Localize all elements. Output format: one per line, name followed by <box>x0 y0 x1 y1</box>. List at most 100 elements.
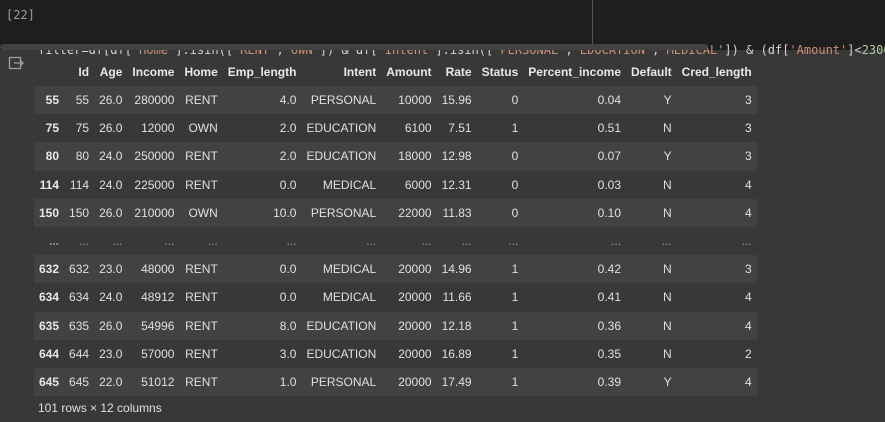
table-cell: 14.96 <box>441 262 472 277</box>
table-cell: 75 <box>75 121 90 136</box>
table-row: 114 114 24.0 225000 RENT 0.0 MEDICAL 6000 12.31 0… <box>34 170 757 199</box>
table-cell: 210000 <box>134 205 175 220</box>
ellipsis-row: ....................................... <box>34 226 757 256</box>
table-cell: ... <box>421 234 432 249</box>
table-cell: 634 <box>69 290 90 305</box>
table-cell: 114 <box>69 177 90 192</box>
table-cell: 24.0 <box>99 177 123 192</box>
table-cell: ... <box>610 234 621 249</box>
output-toggle-icon[interactable] <box>8 55 24 71</box>
row-index: 75 <box>45 121 60 136</box>
row-index: 55 <box>45 93 60 108</box>
table-cell: RENT <box>185 290 218 305</box>
table-cell: 0.0 <box>279 290 297 305</box>
table-cell: 12.31 <box>441 177 472 192</box>
table-cell: ... <box>286 234 297 249</box>
table-cell: ... <box>661 234 672 249</box>
table-cell: 18000 <box>398 149 432 164</box>
table-cell: 24.0 <box>99 149 123 164</box>
table-cell: N <box>663 205 672 220</box>
table-cell: 1 <box>511 290 519 305</box>
table-cell: ... <box>366 234 377 249</box>
table-cell: 3 <box>745 262 752 277</box>
table-cell: ... <box>207 234 218 249</box>
table-cell: 54996 <box>141 318 175 333</box>
table-row: 150 150 26.0 210000 OWN 10.0 PERSONAL 22000 11.8… <box>34 198 757 227</box>
table-cell: 1.0 <box>279 374 297 389</box>
column-header: Percent_income <box>528 65 621 79</box>
table-cell: Y <box>663 149 672 164</box>
table-cell: 4 <box>745 318 752 333</box>
table-cell: ... <box>79 234 90 249</box>
table-cell: 12.18 <box>441 318 472 333</box>
table-cell: 20000 <box>398 346 432 361</box>
table-cell: 3 <box>745 121 752 136</box>
editor-ruler <box>592 0 593 44</box>
table-cell: N <box>663 346 672 361</box>
horizontal-scrollbar[interactable] <box>0 44 708 50</box>
row-index: 635 <box>39 318 60 333</box>
table-cell: 10000 <box>398 93 432 108</box>
table-cell: RENT <box>185 93 218 108</box>
table-cell: Y <box>663 93 672 108</box>
table-cell: 0.36 <box>597 318 621 333</box>
table-cell: 0.39 <box>597 374 621 389</box>
table-cell: MEDICAL <box>322 290 377 305</box>
table-cell: 80 <box>75 149 90 164</box>
table-cell: 4 <box>745 290 752 305</box>
row-index: ... <box>49 234 60 249</box>
table-cell: PERSONAL <box>310 205 377 220</box>
table-cell: EDUCATION <box>306 346 377 361</box>
table-cell: 4 <box>745 374 752 389</box>
table-cell: 23.0 <box>99 346 123 361</box>
table-cell: 20000 <box>398 262 432 277</box>
table-cell: RENT <box>185 177 218 192</box>
code-token: 'Amount' <box>789 43 848 57</box>
table-cell: 0 <box>511 149 519 164</box>
column-header: Cred_length <box>681 65 752 79</box>
table-cell: RENT <box>185 149 218 164</box>
code-token: ]< <box>847 43 862 57</box>
table-cell: 0.51 <box>597 121 621 136</box>
table-cell: 1 <box>511 318 519 333</box>
row-index: 114 <box>39 177 60 192</box>
code-token: ]) & (df[ <box>724 43 790 57</box>
table-cell: RENT <box>185 374 218 389</box>
column-header: Home <box>184 65 218 79</box>
table-cell: 26.0 <box>99 205 123 220</box>
code-cell[interactable]: [22] filter=df[df['Home'].isin(['RENT','… <box>0 0 885 108</box>
table-cell: 1 <box>511 262 519 277</box>
table-cell: 150 <box>69 205 90 220</box>
column-header: Age <box>99 65 123 79</box>
table-cell: N <box>663 121 672 136</box>
table-cell: RENT <box>185 346 218 361</box>
table-body: 55 55 26.0 280000 RENT 4.0 PERSONAL 10000 15.96 0… <box>34 86 757 397</box>
table-cell: 0.03 <box>597 177 621 192</box>
column-header: Intent <box>343 65 377 79</box>
table-cell: 51012 <box>141 374 175 389</box>
table-row: 645 645 22.0 51012 RENT 1.0 PERSONAL 20000 17.49… <box>34 367 757 397</box>
table-row: 80 80 24.0 250000 RENT 2.0 EDUCATION 18000 12.98… <box>34 142 757 171</box>
table-cell: 0.41 <box>597 290 621 305</box>
table-cell: ... <box>164 234 175 249</box>
table-cell: 0.04 <box>597 93 621 108</box>
table-cell: 4.0 <box>279 93 297 108</box>
table-cell: 1 <box>511 346 519 361</box>
table-cell: ... <box>741 234 752 249</box>
column-header: Amount <box>386 65 432 79</box>
table-cell: 20000 <box>398 290 432 305</box>
table-cell: 8.0 <box>279 318 297 333</box>
table-cell: EDUCATION <box>306 149 377 164</box>
table-cell: 11.83 <box>442 205 472 220</box>
table-cell: 10.0 <box>273 205 297 220</box>
table-cell: 0.35 <box>597 346 621 361</box>
table-cell: EDUCATION <box>306 121 377 136</box>
table-cell: 26.0 <box>99 318 123 333</box>
execution-count: [22] <box>6 8 35 22</box>
table-cell: ... <box>112 234 123 249</box>
table-cell: N <box>663 290 672 305</box>
table-cell: 0 <box>511 177 519 192</box>
table-cell: 12000 <box>141 121 175 136</box>
table-cell: 225000 <box>134 177 175 192</box>
table-cell: N <box>663 262 672 277</box>
